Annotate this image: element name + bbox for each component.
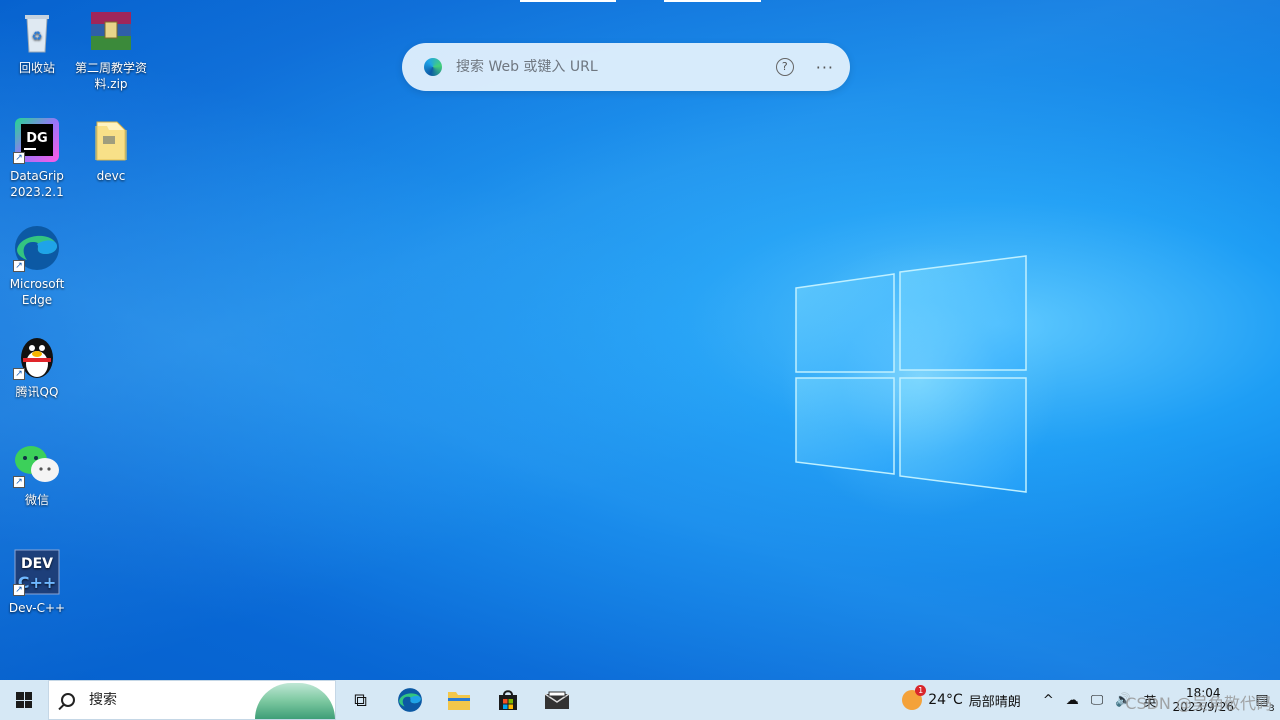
folder-icon — [87, 116, 135, 164]
shortcut-arrow-icon: ↗ — [13, 152, 25, 164]
file-explorer-icon — [447, 692, 470, 710]
top-indicator-right — [664, 0, 761, 2]
wallpaper — [0, 0, 1280, 720]
show-hidden-icons-chevron-icon[interactable]: ^ — [1037, 693, 1060, 708]
edge-icon — [397, 688, 422, 712]
system-tray: 1 24°C 局部晴朗 ^ ☁ 🖵 🔊 英 18:04 2023/9/26 ▤ 3 — [896, 680, 1280, 720]
network-icon[interactable]: 🖵 — [1085, 693, 1110, 708]
clock-date: 2023/9/26 — [1172, 700, 1234, 714]
clock-time: 18:04 — [1185, 686, 1221, 700]
taskbar-clock[interactable]: 18:04 2023/9/26 — [1162, 686, 1244, 714]
svg-text:DG: DG — [26, 131, 47, 146]
shortcut-arrow-icon: ↗ — [13, 368, 25, 380]
qq-penguin-icon: ↗ — [13, 332, 61, 380]
shortcut-arrow-icon: ↗ — [13, 476, 25, 488]
desktop-icon-label: 微信 — [24, 493, 49, 507]
dev-cpp-icon: DEV C++ ↗ — [13, 548, 61, 596]
desktop-icon-label: DataGrip 2023.2.1 — [10, 169, 64, 199]
onedrive-icon[interactable]: ☁ — [1060, 693, 1085, 708]
notification-icon: ▤ 3 — [1255, 692, 1275, 714]
winrar-archive-icon — [87, 8, 135, 56]
shortcut-arrow-icon: ↗ — [13, 584, 25, 596]
desktop-icon-dev-cpp[interactable]: DEV C++ ↗ Dev-C++ — [0, 548, 74, 616]
notification-count-badge: 3 — [1268, 704, 1275, 714]
volume-icon[interactable]: 🔊 — [1109, 693, 1137, 708]
windows-start-icon — [16, 692, 32, 708]
more-options-icon[interactable]: ··· — [816, 58, 834, 77]
weather-widget[interactable]: 1 24°C 局部晴朗 — [896, 685, 1037, 710]
task-view-icon: ⧉ — [354, 689, 367, 711]
weather-sun-icon: 1 — [902, 685, 927, 710]
weather-temperature: 24°C — [928, 692, 963, 708]
edge-icon: ↗ — [13, 224, 61, 272]
weather-description: 局部晴朗 — [968, 694, 1021, 710]
desktop-icon-devc-folder[interactable]: devc — [74, 116, 148, 184]
desktop-icon-label: 第二周教学资料.zip — [74, 61, 147, 91]
edge-search-widget[interactable]: ? ··· — [402, 43, 850, 91]
web-search-input[interactable] — [456, 59, 776, 75]
desktop-icon-zip-archive[interactable]: 第二周教学资料.zip — [74, 8, 148, 92]
microsoft-store-icon — [498, 690, 517, 710]
task-view-button[interactable]: ⧉ — [336, 680, 385, 720]
desktop-icon-datagrip[interactable]: DG ↗ DataGrip 2023.2.1 — [0, 116, 74, 200]
taskbar-mail-button[interactable] — [532, 680, 581, 720]
desktop-icon-tencent-qq[interactable]: ↗ 腾讯QQ — [0, 332, 74, 400]
desktop-icon-wechat[interactable]: ↗ 微信 — [0, 440, 74, 508]
start-button[interactable] — [0, 680, 48, 720]
help-icon[interactable]: ? — [775, 58, 794, 76]
top-indicator-left — [520, 0, 616, 2]
taskbar-edge-button[interactable] — [385, 680, 434, 720]
shortcut-arrow-icon: ↗ — [13, 260, 25, 272]
taskbar: ⧉ 1 24°C 局部晴朗 — [0, 680, 1280, 720]
windows-wallpaper-logo — [795, 255, 1027, 493]
wechat-icon: ↗ — [13, 440, 61, 488]
taskbar-search-input[interactable] — [89, 692, 249, 708]
desktop-icon-label: devc — [96, 169, 126, 183]
search-icon — [61, 693, 75, 707]
edge-logo-icon — [424, 58, 442, 76]
recycle-bin-icon: ♻ — [13, 8, 61, 56]
taskbar-store-button[interactable] — [483, 680, 532, 720]
desktop-icon-recycle-bin[interactable]: ♻ 回收站 — [0, 8, 74, 76]
svg-text:DEV: DEV — [21, 556, 53, 572]
desktop-icon-label: 腾讯QQ — [15, 385, 59, 399]
datagrip-icon: DG ↗ — [13, 116, 61, 164]
taskbar-file-explorer-button[interactable] — [434, 680, 483, 720]
mail-icon — [544, 691, 569, 709]
taskbar-search-box[interactable] — [48, 680, 336, 720]
desktop-icon-microsoft-edge[interactable]: ↗ Microsoft Edge — [0, 224, 74, 308]
desktop-icon-label: Dev-C++ — [8, 601, 66, 615]
desktop-icon-label: Microsoft Edge — [9, 277, 65, 307]
notification-center-button[interactable]: ▤ 3 — [1244, 680, 1280, 720]
weather-alert-badge: 1 — [915, 685, 927, 696]
desktop-icon-label: 回收站 — [18, 61, 55, 75]
search-highlight-landscape-icon — [255, 683, 335, 719]
svg-text:♻: ♻ — [32, 29, 43, 43]
input-method-indicator[interactable]: 英 — [1137, 691, 1162, 710]
